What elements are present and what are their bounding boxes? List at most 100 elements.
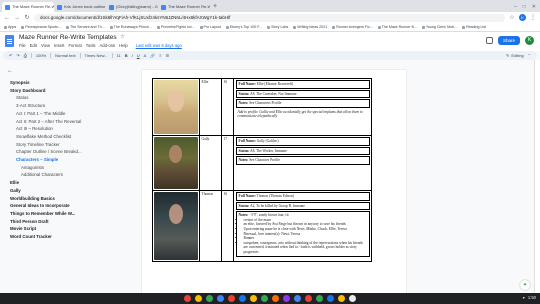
outline-item[interactable]: Act I: Part 1 – The Middle [5, 110, 124, 118]
full-name-cell[interactable]: Full Name: Thomas (Thomas Edison) [235, 192, 370, 201]
docs-logo-icon[interactable] [5, 35, 14, 47]
bookmark-item[interactable]: Reading List [462, 25, 486, 29]
bookmark-item[interactable]: Apps [4, 25, 16, 29]
shelf-app-icon[interactable] [250, 295, 257, 302]
outline-item[interactable]: Status [5, 94, 124, 102]
document-page[interactable]: Ellie 16 Full Name: Ellie (Eleanor Rooseve… [142, 70, 406, 293]
character-photo[interactable] [154, 192, 198, 260]
shelf-app-icon[interactable] [327, 295, 334, 302]
editing-mode-select[interactable]: ✎ Editing [506, 53, 524, 58]
bookmark-item[interactable]: Runner Avengers Fic... [332, 25, 373, 29]
align-icon[interactable]: ≡ [159, 53, 161, 58]
character-photo[interactable] [154, 137, 198, 189]
shelf-app-icon[interactable] [338, 295, 345, 302]
bookmark-item[interactable]: The Maze Runner B... [377, 25, 417, 29]
outline-item[interactable]: Act II: Part 2 – After The Reversal [5, 118, 124, 126]
outline-item[interactable]: Characters – Simple [5, 156, 124, 164]
notes-cell[interactable]: Notes: - 5'9", sandy brown hair, fitcrea… [235, 211, 370, 257]
outline-item[interactable]: Ellie [5, 179, 124, 187]
more-menu-icon[interactable]: ⋮ [530, 14, 536, 21]
menu-addons[interactable]: Add-ons [100, 43, 116, 48]
font-size-input[interactable]: 11 [117, 53, 121, 58]
paragraph-style-select[interactable]: Normal text [55, 53, 75, 58]
notes-cell[interactable]: Notes: See Characters Profile [235, 99, 370, 108]
outline-item[interactable]: Antagonists [5, 164, 124, 172]
outline-item[interactable]: Things to Remember While W... [5, 210, 124, 218]
list-icon[interactable]: ☰ [166, 53, 170, 58]
url-input[interactable]: docs.google.com/document/d/1Sk6lhYqFiAh-… [34, 13, 505, 22]
bookmark-item[interactable]: Proverbs/Fights Inv... [156, 25, 195, 29]
star-document-icon[interactable]: ☆ [120, 34, 125, 40]
status-cell[interactable]: Status: A8, The Worker, Immune [235, 146, 370, 156]
shelf-app-icon[interactable] [272, 295, 279, 302]
outline-item[interactable]: Chapter Outline / Scene Breakd... [5, 148, 124, 156]
outline-back-icon[interactable]: ← [5, 68, 124, 74]
status-cell[interactable]: Status: A2, To be killed by Group B, Imm… [235, 201, 370, 211]
explore-icon[interactable]: ✦ [520, 280, 530, 290]
shelf-app-icon[interactable] [195, 295, 202, 302]
menu-tools[interactable]: Tools [86, 43, 96, 48]
menu-view[interactable]: View [41, 43, 50, 48]
browser-tab[interactable]: (Glory)falling(warm) - Goo✕ [106, 2, 158, 12]
browser-tab[interactable]: The Maze Runner Re-Write Tem✕ [2, 2, 54, 12]
menu-insert[interactable]: Insert [54, 43, 64, 48]
bookmark-item[interactable]: Pro Layout [199, 25, 221, 29]
font-family-select[interactable]: Times New... [85, 53, 108, 58]
shelf-app-icon[interactable] [217, 295, 224, 302]
bookmark-item[interactable]: The Servant and Th... [65, 25, 105, 29]
bold-icon[interactable]: B [125, 53, 128, 58]
profile-avatar[interactable]: K [519, 14, 526, 21]
outline-item[interactable]: Movie Script [5, 225, 124, 233]
minimize-icon[interactable]: – [514, 2, 517, 12]
forward-arrow-icon[interactable]: → [14, 15, 20, 21]
shelf-app-icon[interactable] [228, 295, 235, 302]
undo-icon[interactable]: ↶ [9, 53, 12, 58]
bookmark-item[interactable]: The Runaways Prince... [109, 25, 152, 29]
comment-history-icon[interactable] [485, 37, 493, 44]
extra-note[interactable]: Add to profile: Gallie and Ellie acciden… [236, 109, 370, 120]
full-name-cell[interactable]: Full Name: Ellie (Eleanor Roosevelt) [235, 80, 370, 89]
shelf-app-icon[interactable] [316, 295, 323, 302]
notes-cell[interactable]: Notes: See Character Profile [235, 156, 370, 165]
outline-item[interactable]: Additional Characters [5, 171, 124, 179]
shelf-app-icon[interactable] [305, 295, 312, 302]
italic-icon[interactable]: I [132, 53, 133, 58]
outline-item[interactable]: Worldbuilding Basics [5, 195, 124, 203]
bookmark-item[interactable]: Pennsylvania Sports... [21, 25, 61, 29]
new-tab-button[interactable]: + [210, 2, 220, 12]
star-bookmark-icon[interactable]: ☆ [509, 14, 515, 21]
outline-item[interactable]: Gally [5, 187, 124, 195]
outline-item[interactable]: Story Timeline Tracker [5, 141, 124, 149]
shelf-app-icon[interactable] [261, 295, 268, 302]
status-cell[interactable]: Status: A8, The Caretaker, Not Immune [235, 89, 370, 99]
shelf-app-icon[interactable] [206, 295, 213, 302]
chevron-up-icon[interactable]: ⌃ [528, 53, 531, 58]
full-name-cell[interactable]: Full Name: Gally (Galileo) [235, 137, 370, 146]
back-arrow-icon[interactable]: ← [4, 15, 10, 21]
outline-item[interactable]: Synopsis [5, 79, 124, 87]
underline-icon[interactable]: U [137, 53, 140, 58]
bookmark-item[interactable]: Writing Ideas 2021 [293, 25, 327, 29]
share-button[interactable]: Share [497, 36, 520, 45]
character-name[interactable]: Gally [199, 135, 222, 191]
character-name[interactable]: Ellie [199, 78, 222, 136]
outline-item[interactable]: General Ideas to Incorporate [5, 202, 124, 210]
text-color-icon[interactable]: A [144, 53, 147, 58]
bookmark-item[interactable]: Ebony's Top 100 F... [225, 25, 262, 29]
close-window-icon[interactable]: ✕ [532, 2, 536, 12]
reload-icon[interactable]: ↻ [24, 14, 30, 21]
maximize-icon[interactable]: □ [523, 2, 526, 12]
link-icon[interactable]: 🔗 [150, 53, 155, 58]
system-tray[interactable]: ▾ 1:50 [523, 295, 536, 300]
character-age[interactable]: 16 [221, 190, 234, 262]
bookmark-item[interactable]: Young Cleric Mob... [421, 25, 457, 29]
zoom-select[interactable]: 100% [36, 53, 46, 58]
user-avatar[interactable]: K [525, 36, 534, 45]
shelf-app-icon[interactable] [283, 295, 290, 302]
menu-help[interactable]: Help [119, 43, 128, 48]
outline-item[interactable]: Snowflake Method Checklist [5, 133, 124, 141]
character-photo[interactable] [154, 80, 198, 134]
print-icon[interactable]: ⎙ [24, 53, 27, 58]
character-name[interactable]: Thomas [199, 190, 222, 262]
character-age[interactable]: 17 [221, 135, 234, 191]
